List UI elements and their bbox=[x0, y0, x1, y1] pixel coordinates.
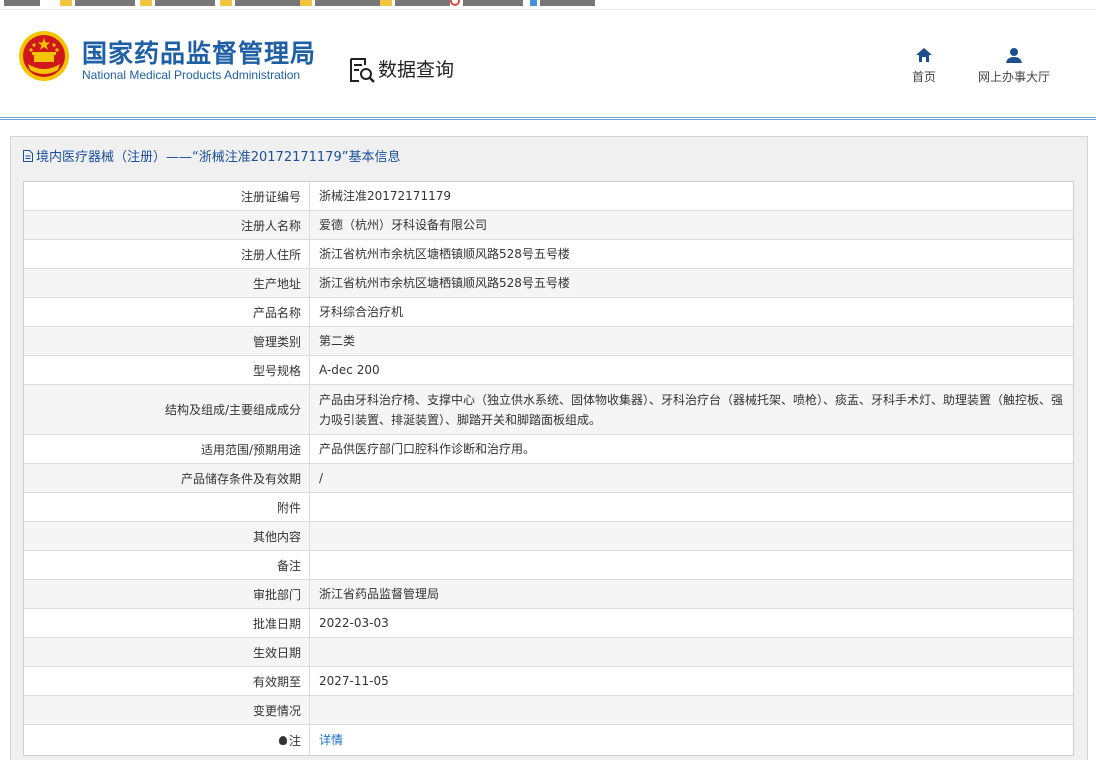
bookmark-item[interactable] bbox=[220, 0, 305, 6]
row-label: 生效日期 bbox=[24, 638, 310, 666]
table-row: 适用范围/预期用途 产品供医疗部门口腔科作诊断和治疗用。 bbox=[24, 435, 1073, 464]
row-label: 注 bbox=[288, 733, 301, 748]
data-query-icon bbox=[350, 58, 375, 83]
bookmark-item[interactable] bbox=[4, 0, 40, 6]
table-row: 结构及组成/主要组成成分 产品由牙科治疗椅、支撑中心（独立供水系统、固体物收集器）… bbox=[24, 385, 1073, 435]
section-title: 数据查询 bbox=[378, 59, 455, 81]
row-value: 浙江省杭州市余杭区塘栖镇顺风路528号五号楼 bbox=[319, 276, 570, 290]
nav-online-hall-label: 网上办事大厅 bbox=[977, 70, 1050, 84]
row-label: 注册人名称 bbox=[24, 211, 310, 239]
table-row: 注册证编号 浙械注准20172171179 bbox=[24, 182, 1073, 211]
row-value: 产品由牙科治疗椅、支撑中心（独立供水系统、固体物收集器）、牙科治疗台（器械托架、… bbox=[319, 392, 1064, 427]
bookmark-item[interactable] bbox=[450, 0, 523, 6]
folder-icon bbox=[380, 0, 392, 6]
row-label: 审批部门 bbox=[24, 580, 310, 608]
nav-home-label: 首页 bbox=[911, 70, 936, 84]
row-label: 批准日期 bbox=[24, 609, 310, 637]
folder-icon bbox=[300, 0, 312, 6]
table-row: 注 详情 bbox=[24, 725, 1073, 755]
row-value: 浙江省杭州市余杭区塘栖镇顺风路528号五号楼 bbox=[319, 247, 570, 261]
row-label: 注册证编号 bbox=[24, 182, 310, 210]
row-label: 注册人住所 bbox=[24, 240, 310, 268]
header-divider bbox=[0, 117, 1096, 120]
row-value: / bbox=[319, 471, 324, 485]
row-label: 变更情况 bbox=[24, 696, 310, 724]
org-name-cn: 国家药品监督管理局 bbox=[82, 39, 317, 68]
row-label: 管理类别 bbox=[24, 327, 310, 355]
globe-icon bbox=[450, 0, 460, 6]
table-row: 产品储存条件及有效期 / bbox=[24, 464, 1073, 493]
table-row: 注册人名称 爱德（杭州）牙科设备有限公司 bbox=[24, 211, 1073, 240]
row-label: 结构及组成/主要组成成分 bbox=[24, 385, 310, 434]
row-value bbox=[311, 638, 1073, 666]
row-label: 产品名称 bbox=[24, 298, 310, 326]
row-value: 爱德（杭州）牙科设备有限公司 bbox=[319, 218, 488, 232]
table-row: 备注 bbox=[24, 551, 1073, 580]
table-row: 注册人住所 浙江省杭州市余杭区塘栖镇顺风路528号五号楼 bbox=[24, 240, 1073, 269]
row-label: 适用范围/预期用途 bbox=[24, 435, 310, 463]
table-row: 型号规格 A-dec 200 bbox=[24, 356, 1073, 385]
bookmark-item[interactable] bbox=[140, 0, 215, 6]
row-value bbox=[311, 522, 1073, 550]
row-value: 2022-03-03 bbox=[319, 616, 389, 630]
org-name-en: National Medical Products Administration bbox=[82, 68, 301, 82]
table-row: 附件 bbox=[24, 493, 1073, 522]
row-value: 2027-11-05 bbox=[319, 674, 389, 688]
lightbulb-icon bbox=[278, 735, 287, 745]
nav-home[interactable]: 首页 bbox=[904, 47, 944, 93]
row-value-cell: 详情 bbox=[311, 725, 1073, 755]
row-value: A-dec 200 bbox=[319, 363, 380, 377]
folder-icon bbox=[220, 0, 232, 6]
row-label: 备注 bbox=[24, 551, 310, 579]
national-emblem-icon bbox=[19, 31, 69, 81]
bookmark-item[interactable] bbox=[60, 0, 135, 6]
folder-icon bbox=[60, 0, 72, 6]
table-row: 有效期至 2027-11-05 bbox=[24, 667, 1073, 696]
folder-icon bbox=[140, 0, 152, 6]
table-row: 批准日期 2022-03-03 bbox=[24, 609, 1073, 638]
row-value bbox=[311, 551, 1073, 579]
bookmark-item[interactable] bbox=[380, 0, 450, 6]
row-value bbox=[311, 493, 1073, 521]
row-label: 产品储存条件及有效期 bbox=[24, 464, 310, 492]
table-row: 生效日期 bbox=[24, 638, 1073, 667]
info-table: 注册证编号 浙械注准20172171179 注册人名称 爱德（杭州）牙科设备有限公司… bbox=[23, 181, 1074, 756]
home-icon bbox=[916, 48, 932, 62]
table-row: 审批部门 浙江省药品监督管理局 bbox=[24, 580, 1073, 609]
row-label: 型号规格 bbox=[24, 356, 310, 384]
nav-online-hall[interactable]: 网上办事大厅 bbox=[968, 47, 1060, 93]
table-row: 产品名称 牙科综合治疗机 bbox=[24, 298, 1073, 327]
row-value: 浙械注准20172171179 bbox=[319, 189, 451, 203]
bookmark-item[interactable] bbox=[530, 0, 595, 6]
panel-title: 境内医疗器械（注册）——“浙械注准20172171179”基本信息 bbox=[23, 146, 400, 165]
row-value: 第二类 bbox=[319, 334, 356, 348]
document-icon bbox=[23, 149, 33, 162]
row-label: 生产地址 bbox=[24, 269, 310, 297]
user-icon bbox=[1006, 48, 1022, 63]
row-label: 有效期至 bbox=[24, 667, 310, 695]
row-label-cell: 注 bbox=[24, 725, 310, 755]
row-label: 其他内容 bbox=[24, 522, 310, 550]
table-row: 管理类别 第二类 bbox=[24, 327, 1073, 356]
row-value: 产品供医疗部门口腔科作诊断和治疗用。 bbox=[319, 442, 536, 456]
row-value-cell: 产品由牙科治疗椅、支撑中心（独立供水系统、固体物收集器）、牙科治疗台（器械托架、… bbox=[311, 385, 1073, 434]
row-value bbox=[311, 696, 1073, 724]
row-value: 浙江省药品监督管理局 bbox=[319, 587, 440, 601]
panel-title-text: 境内医疗器械（注册）——“浙械注准20172171179”基本信息 bbox=[36, 150, 401, 165]
bookmark-item[interactable] bbox=[300, 0, 380, 6]
row-value: 牙科综合治疗机 bbox=[319, 305, 404, 319]
table-row: 变更情况 bbox=[24, 696, 1073, 725]
details-link[interactable]: 详情 bbox=[319, 730, 343, 750]
bookmarks-bar bbox=[0, 0, 1096, 10]
row-label: 附件 bbox=[24, 493, 310, 521]
table-row: 生产地址 浙江省杭州市余杭区塘栖镇顺风路528号五号楼 bbox=[24, 269, 1073, 298]
table-row: 其他内容 bbox=[24, 522, 1073, 551]
page-icon bbox=[530, 0, 537, 6]
